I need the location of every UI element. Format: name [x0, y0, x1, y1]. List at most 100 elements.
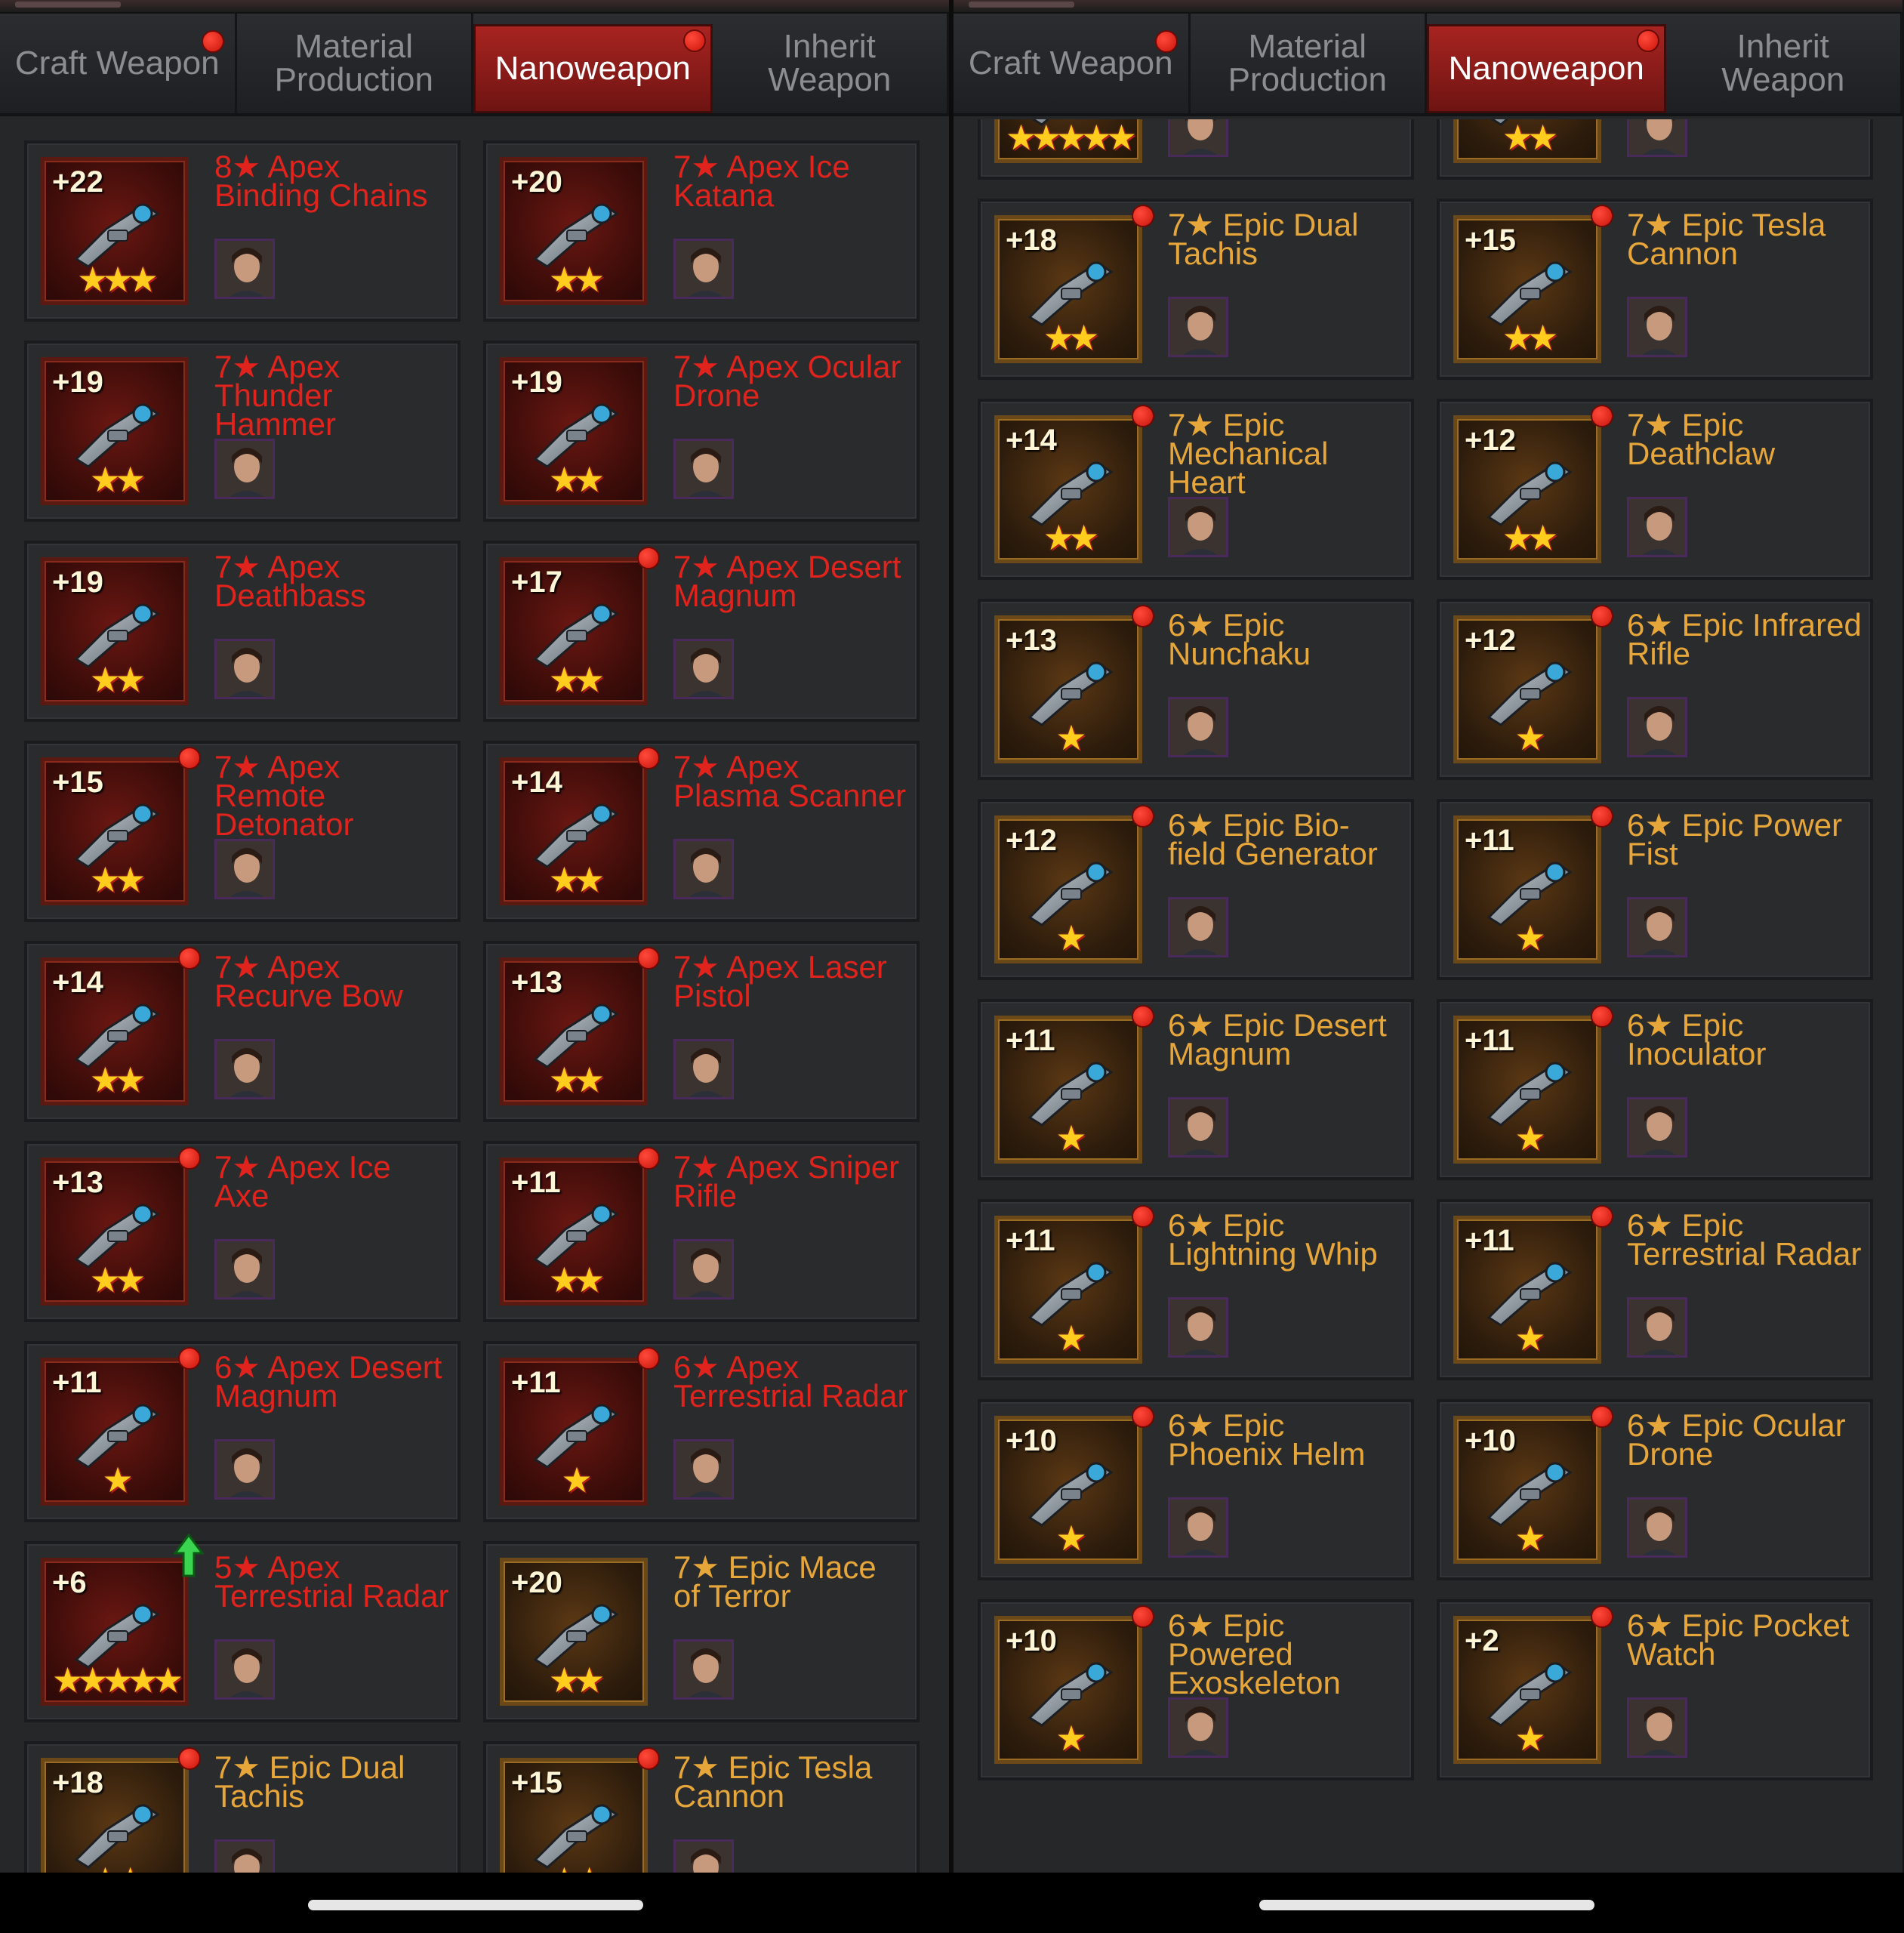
weapon-card[interactable]: +11 ★ 6★ Epic Lightning Whip	[978, 1199, 1414, 1380]
weapon-thumbnail[interactable]: +11 ★	[1453, 1016, 1601, 1164]
weapon-thumbnail[interactable]: +12 ★★	[1453, 415, 1601, 563]
weapon-card[interactable]: +18 ★★ 7★ Epic Dual Tachis	[24, 1741, 461, 1873]
woman-avatar[interactable]	[673, 839, 734, 899]
weapon-thumbnail[interactable]: +12 ★	[994, 815, 1142, 963]
home-indicator[interactable]	[308, 1900, 643, 1910]
blonde-avatar[interactable]	[673, 1039, 734, 1099]
hooded-avatar[interactable]	[1168, 497, 1228, 557]
cowboy-avatar[interactable]	[673, 639, 734, 699]
weapon-thumbnail[interactable]: +13 ★★	[41, 1158, 189, 1306]
weapon-card[interactable]: +11 ★ 6★ Apex Desert Magnum	[24, 1341, 461, 1522]
man-avatar[interactable]	[1168, 1497, 1228, 1558]
weapon-card[interactable]: +12 ★★ 7★ Epic Deathclaw	[1437, 399, 1873, 580]
weapon-thumbnail[interactable]: +6★★★★★	[994, 119, 1142, 163]
man-avatar[interactable]	[673, 1639, 734, 1700]
weapon-card[interactable]: +17 ★★ 7★ Apex Desert Magnum	[483, 541, 920, 722]
weapon-card[interactable]: +13 ★ 6★ Epic Nunchaku	[978, 599, 1414, 780]
weapon-card[interactable]: +10 ★ 6★ Epic Powered Exoskeleton	[978, 1599, 1414, 1780]
woman-avatar[interactable]	[1627, 297, 1687, 357]
weapon-thumbnail[interactable]: +11 ★	[1453, 815, 1601, 963]
weapon-list[interactable]: +22 ★★★ 8★ Apex Binding Chains +20 ★★ 7★ Apex…	[0, 119, 949, 1873]
weapon-card[interactable]: +13 ★★ 7★ Apex Laser Pistol	[483, 941, 920, 1122]
weapon-thumbnail[interactable]: +19 ★★	[500, 357, 648, 505]
weapon-card[interactable]: +14 ★★ 7★ Apex Plasma Scanner	[483, 741, 920, 922]
home-indicator[interactable]	[1259, 1900, 1594, 1910]
weapon-thumbnail[interactable]: +10 ★	[1453, 1416, 1601, 1564]
weapon-thumbnail[interactable]: +12 ★	[1453, 615, 1601, 763]
weapon-card[interactable]: +15 ★★ 7★ Epic Tesla Cannon	[483, 1741, 920, 1873]
weapon-card[interactable]: +22 ★★★ 8★ Apex Binding Chains	[24, 140, 461, 322]
woman-avatar[interactable]	[1168, 297, 1228, 357]
tab-inherit-weapon[interactable]: Inherit Weapon	[713, 14, 949, 113]
gasmask-avatar[interactable]	[1627, 497, 1687, 557]
weapon-thumbnail[interactable]: +13 ★	[994, 615, 1142, 763]
man-avatar[interactable]	[1168, 697, 1228, 757]
weapon-card[interactable]: +14 ★★ 7★ Epic Mechanical Heart	[978, 399, 1414, 580]
weapon-card[interactable]: +15 ★★ 7★ Epic Tesla Cannon	[1437, 199, 1873, 380]
weapon-thumbnail[interactable]: +2 ★	[1453, 1616, 1601, 1764]
weapon-card[interactable]: +11 ★ 6★ Epic Desert Magnum	[978, 999, 1414, 1180]
woman-avatar[interactable]	[214, 1839, 275, 1873]
tab-nanoweapon[interactable]: Nanoweapon	[473, 24, 713, 113]
weapon-thumbnail[interactable]: +11 ★	[41, 1358, 189, 1506]
robot-avatar[interactable]	[214, 439, 275, 499]
weapon-thumbnail[interactable]: +15 ★★	[1453, 215, 1601, 363]
weapon-card[interactable]: +20 ★★ 7★ Apex Ice Katana	[483, 140, 920, 322]
woman-avatar[interactable]	[673, 1839, 734, 1873]
robot-kid-avatar[interactable]	[1168, 119, 1228, 157]
woman-avatar[interactable]	[1168, 897, 1228, 957]
nurse-avatar[interactable]	[1627, 1097, 1687, 1158]
woman-avatar[interactable]	[1168, 1097, 1228, 1158]
weapon-card[interactable]: +13 ★★ 7★ Apex Ice Axe	[24, 1141, 461, 1322]
weapon-card[interactable]: +6★★★★★5★ Apex Terrestrial Radar	[24, 1533, 461, 1722]
weapon-thumbnail[interactable]: +6★★★★★	[41, 1558, 189, 1706]
man-avatar[interactable]	[1627, 897, 1687, 957]
weapon-card[interactable]: +19 ★★ 7★ Apex Thunder Hammer	[24, 341, 461, 522]
weapon-card[interactable]: +11 ★ 6★ Epic Power Fist	[1437, 799, 1873, 980]
weapon-card[interactable]: +6★★★★★5★ Apex Terrestrial Radar	[978, 119, 1414, 180]
man-avatar[interactable]	[1627, 697, 1687, 757]
gasmask-avatar[interactable]	[214, 239, 275, 299]
weapon-thumbnail[interactable]: +11 ★★	[500, 1158, 648, 1306]
weapon-thumbnail[interactable]: +15 ★★	[41, 757, 189, 905]
weapon-thumbnail[interactable]: +17 ★★	[500, 557, 648, 705]
weapon-thumbnail[interactable]: +18 ★★	[994, 215, 1142, 363]
weapon-thumbnail[interactable]: +14 ★★	[994, 415, 1142, 563]
tab-material-production[interactable]: Material Production	[237, 14, 473, 113]
man-avatar[interactable]	[1627, 119, 1687, 157]
weapon-card[interactable]: +20★★7★ Epic Mace of Terror	[483, 1541, 920, 1722]
weapon-card[interactable]: +2 ★ 6★ Epic Pocket Watch	[1437, 1599, 1873, 1780]
weapon-thumbnail[interactable]: +10 ★	[994, 1416, 1142, 1564]
weapon-thumbnail[interactable]: +20 ★★	[500, 1558, 648, 1706]
woman-avatar[interactable]	[214, 1039, 275, 1099]
blonde-avatar[interactable]	[214, 639, 275, 699]
weapon-card[interactable]: +20★★7★ Epic Mace of Terror	[1437, 119, 1873, 180]
tab-craft-weapon[interactable]: Craft Weapon	[954, 14, 1191, 113]
soldier-avatar[interactable]	[673, 1239, 734, 1299]
weapon-card[interactable]: +12 ★ 6★ Epic Bio-field Generator	[978, 799, 1414, 980]
weapon-thumbnail[interactable]: +18 ★★	[41, 1758, 189, 1873]
weapon-thumbnail[interactable]: +11 ★	[500, 1358, 648, 1506]
woman-avatar[interactable]	[1627, 1297, 1687, 1358]
woman-avatar[interactable]	[214, 839, 275, 899]
weapon-thumbnail[interactable]: +15 ★★	[500, 1758, 648, 1873]
tab-material-production[interactable]: Material Production	[1191, 14, 1427, 113]
weapon-card[interactable]: +18 ★★ 7★ Epic Dual Tachis	[978, 199, 1414, 380]
weapon-card[interactable]: +14 ★★ 7★ Apex Recurve Bow	[24, 941, 461, 1122]
weapon-thumbnail[interactable]: +10 ★	[994, 1616, 1142, 1764]
weapon-card[interactable]: +11 ★★ 7★ Apex Sniper Rifle	[483, 1141, 920, 1322]
twins-avatar[interactable]	[214, 1439, 275, 1500]
weapon-card[interactable]: +12 ★ 6★ Epic Infrared Rifle	[1437, 599, 1873, 780]
mask-avatar[interactable]	[673, 1439, 734, 1500]
weapon-thumbnail[interactable]: +19 ★★	[41, 357, 189, 505]
blonde-avatar[interactable]	[1627, 1497, 1687, 1558]
weapon-thumbnail[interactable]: +22 ★★★	[41, 157, 189, 305]
robot-kid-avatar[interactable]	[214, 1639, 275, 1700]
tab-inherit-weapon[interactable]: Inherit Weapon	[1666, 14, 1902, 113]
weapon-card[interactable]: +19 ★★ 7★ Apex Ocular Drone	[483, 341, 920, 522]
weapon-card[interactable]: +10 ★ 6★ Epic Phoenix Helm	[978, 1399, 1414, 1580]
weapon-list[interactable]: +6★★★★★5★ Apex Terrestrial Radar +20★★7★ …	[954, 119, 1902, 1873]
weapon-card[interactable]: +15 ★★ 7★ Apex Remote Detonator	[24, 741, 461, 922]
woman-avatar[interactable]	[673, 239, 734, 299]
weapon-thumbnail[interactable]: +14 ★★	[41, 957, 189, 1105]
